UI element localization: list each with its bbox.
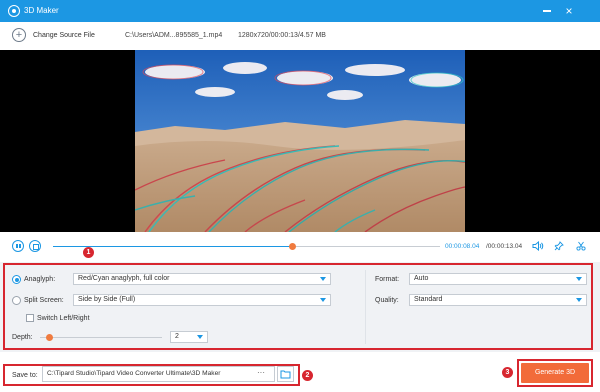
title-bar: 3D Maker × (0, 0, 600, 22)
volume-icon[interactable] (532, 241, 544, 251)
window-title: 3D Maker (24, 6, 59, 15)
scissors-icon[interactable] (576, 241, 586, 251)
step-badge-3: 3 (502, 367, 513, 378)
pin-icon[interactable] (554, 241, 564, 251)
pause-icon[interactable] (12, 240, 24, 252)
settings-highlight-box (3, 263, 593, 350)
current-time: 00:00:08.04 (445, 243, 480, 250)
app-logo-icon (8, 5, 20, 17)
video-frame (135, 50, 465, 232)
video-preview (0, 50, 600, 232)
file-path: C:\Users\ADM...895585_1.mp4 (125, 32, 223, 39)
stop-icon[interactable] (29, 240, 41, 252)
anaglyph-landscape-image (135, 50, 465, 232)
generate-highlight-box (517, 359, 593, 387)
save-highlight-box (3, 364, 300, 386)
progress-bar[interactable] (53, 243, 440, 250)
progress-handle[interactable] (289, 243, 297, 250)
minimize-icon[interactable] (543, 10, 551, 12)
step-badge-1: 1 (83, 247, 94, 258)
total-time: /00:00:13.04 (486, 243, 523, 250)
file-info: 1280x720/00:00:13/4.57 MB (238, 32, 326, 39)
change-source-file-button[interactable]: Change Source File (33, 32, 95, 39)
step-badge-2: 2 (302, 370, 313, 381)
close-icon[interactable]: × (562, 4, 576, 18)
add-icon[interactable]: + (12, 28, 26, 42)
source-bar: + Change Source File C:\Users\ADM...8955… (0, 22, 600, 50)
